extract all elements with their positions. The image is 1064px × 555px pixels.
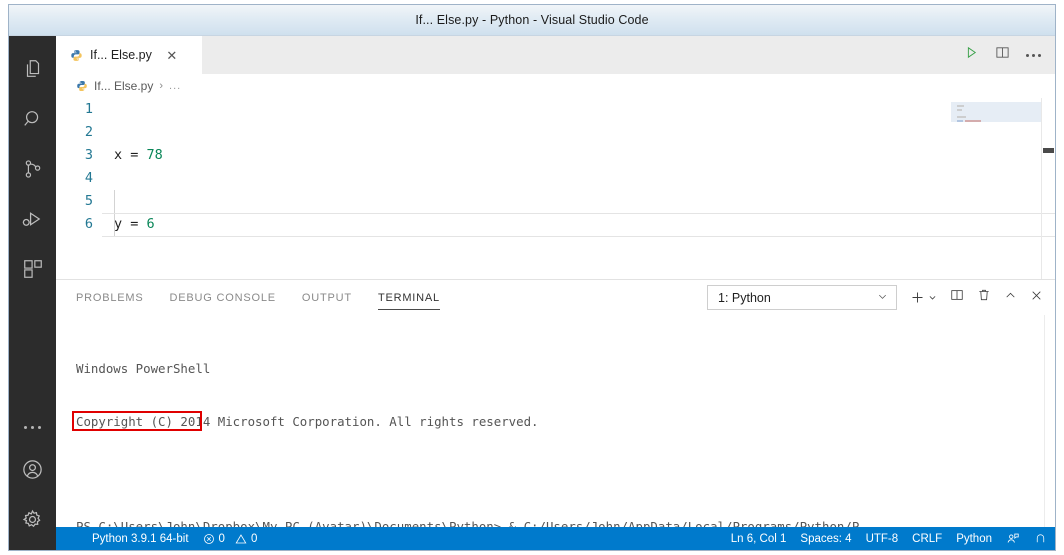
line-number: 4 [84,170,93,186]
close-icon[interactable]: ✕ [165,49,179,62]
line-number: 1 [84,101,93,117]
settings-gear-icon[interactable] [9,494,56,544]
current-line-top-border [102,213,1055,214]
terminal-output[interactable]: Windows PowerShell Copyright (C) 2014 Mi… [56,315,1055,527]
terminal-line: Copyright (C) 2014 Microsoft Corporation… [76,413,539,429]
editor-tab-bar: If... Else.py ✕ [56,36,1055,74]
close-panel-icon[interactable] [1030,289,1043,307]
status-problems[interactable]: 0 0 [203,532,258,545]
new-terminal-button[interactable] [910,290,937,305]
maximize-panel-icon[interactable] [1004,289,1017,307]
explorer-icon[interactable] [9,44,56,94]
editor-scrollbar-thumb[interactable] [1043,148,1054,153]
current-line-bottom-border [102,236,1055,237]
line-number: 5 [84,193,93,209]
feedback-icon[interactable] [1006,532,1020,546]
status-bar-right: Ln 6, Col 1 Spaces: 4 UTF-8 CRLF Python [731,532,1047,546]
extensions-icon[interactable] [9,244,56,294]
split-terminal-icon[interactable] [950,288,964,307]
editor-and-panel: If... Else.py ✕ If... Else.py › ... 1 2 … [56,36,1055,550]
vscode-window: If... Else.py - Python - Visual Studio C… [0,0,1064,555]
terminal-line: Windows PowerShell [76,361,211,376]
breadcrumb-file[interactable]: If... Else.py [94,79,153,93]
warning-icon [235,533,247,545]
notifications-bell-icon[interactable] [1034,532,1047,545]
line-number: 6 [84,216,93,232]
code-text: x = [114,147,147,163]
python-file-icon [70,49,83,62]
window-title: If... Else.py - Python - Visual Studio C… [415,13,649,27]
run-python-file-icon[interactable] [964,45,979,65]
search-icon[interactable] [9,94,56,144]
status-bar: Python 3.9.1 64-bit 0 0 Ln 6, Col 1 Spac… [56,527,1055,550]
status-cursor-position[interactable]: Ln 6, Col 1 [731,533,787,545]
code-editor: If... Else.py › ... 1 2 3 4 5 6 x = 78 y… [56,74,1055,279]
line-number-gutter: 1 2 3 4 5 6 [56,98,102,279]
panel-tab-problems[interactable]: PROBLEMS [76,280,144,315]
breadcrumb-ellipsis[interactable]: ... [169,80,181,92]
application-window: If... Else.py - Python - Visual Studio C… [8,4,1056,551]
terminal-selector-value: 1: Python [718,290,771,305]
panel-tab-output[interactable]: OUTPUT [302,280,352,315]
more-actions-icon[interactable] [1026,53,1041,57]
code-lines[interactable]: x = 78 y = 6 if x != y: print('It is une… [102,98,1055,279]
terminal-scrollbar[interactable] [1044,315,1055,527]
source-control-icon[interactable] [9,144,56,194]
tab-label: If... Else.py [90,48,152,62]
window-body: If... Else.py ✕ If... Else.py › ... 1 2 … [9,36,1055,550]
title-bar: If... Else.py - Python - Visual Studio C… [9,5,1055,36]
line-number: 2 [84,124,93,140]
kill-terminal-icon[interactable] [977,288,991,307]
error-count: 0 [218,532,225,545]
terminal-line: PS C:\Users\John\Dropbox\My PC (Avatar)\… [76,518,860,528]
status-interpreter[interactable]: Python 3.9.1 64-bit [92,533,189,545]
breadcrumb-separator: › [159,80,164,92]
chevron-down-icon[interactable] [877,291,888,305]
editor-actions [964,36,1055,74]
status-encoding[interactable]: UTF-8 [866,533,899,545]
code-number: 6 [146,216,155,232]
bottom-panel: PROBLEMS DEBUG CONSOLE OUTPUT TERMINAL 1… [56,279,1055,527]
panel-actions: 1: Python [707,285,1043,310]
split-editor-icon[interactable] [995,45,1010,65]
panel-header: PROBLEMS DEBUG CONSOLE OUTPUT TERMINAL 1… [56,280,1055,315]
line-number: 3 [84,147,93,163]
terminal-selector[interactable]: 1: Python [707,285,897,310]
status-eol[interactable]: CRLF [912,533,942,545]
warning-count: 0 [250,532,258,545]
status-language-mode[interactable]: Python [956,533,992,545]
code-line: y = 6 [114,213,1055,236]
error-icon [203,533,215,545]
code-number: 78 [146,147,163,163]
chevron-down-icon [929,296,936,300]
tab-if-else-py[interactable]: If... Else.py ✕ [56,36,202,74]
additional-views-icon[interactable] [9,410,56,444]
breadcrumb[interactable]: If... Else.py › ... [56,74,1055,98]
code-area[interactable]: 1 2 3 4 5 6 x = 78 y = 6 if x != y: [56,98,1055,279]
run-and-debug-icon[interactable] [9,194,56,244]
activity-bar [9,36,56,550]
code-line: x = 78 [114,144,1055,167]
python-file-icon [76,80,88,92]
status-indentation[interactable]: Spaces: 4 [800,533,851,545]
editor-scrollbar[interactable] [1041,98,1055,279]
account-icon[interactable] [9,444,56,494]
status-bar-left: Python 3.9.1 64-bit 0 0 [56,533,257,545]
panel-tab-debug-console[interactable]: DEBUG CONSOLE [170,280,276,315]
code-text: y = [114,216,147,232]
panel-tab-terminal[interactable]: TERMINAL [377,280,440,315]
